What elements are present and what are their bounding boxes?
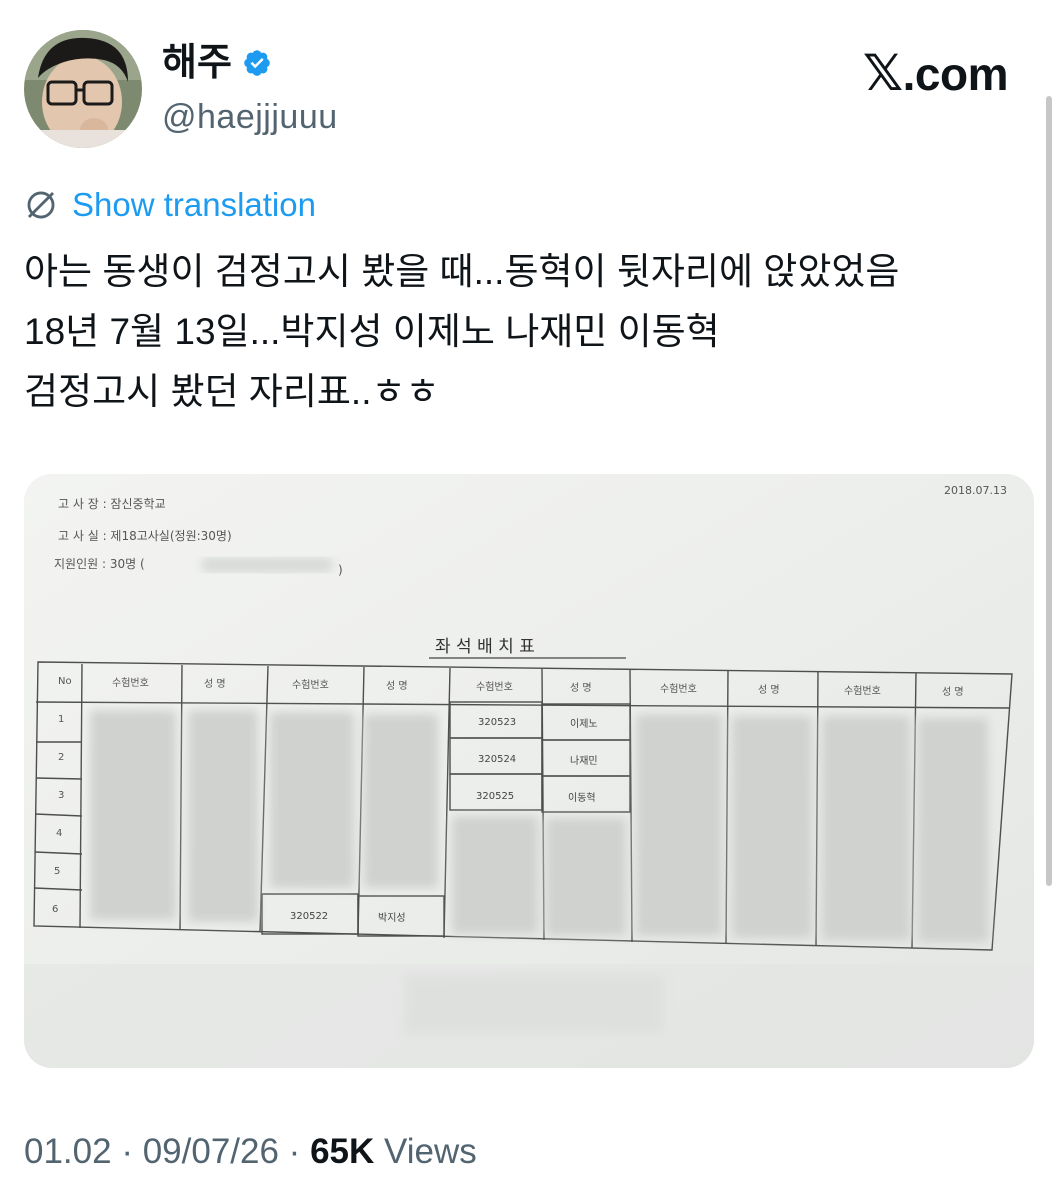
- student-name: 나재민: [570, 755, 598, 767]
- student-name: 박지성: [378, 912, 406, 924]
- display-name[interactable]: 해주: [162, 44, 232, 82]
- avatar[interactable]: [24, 30, 142, 148]
- verified-badge-icon: [244, 50, 270, 76]
- translate-icon: [27, 191, 55, 219]
- tweet-meta: 01.02 · 09/07/26 · 65K Views: [24, 1132, 477, 1172]
- exam-number: 320525: [476, 791, 514, 802]
- show-translation-button[interactable]: Show translation: [24, 186, 316, 224]
- tweet-text-line: 검정고시 봤던 자리표..ㅎㅎ: [24, 371, 440, 412]
- student-name: 이제노: [570, 718, 598, 730]
- tweet-text-line: 아는 동생이 검정고시 봤을 때...동혁이 뒷자리에 앉았었음: [24, 251, 900, 292]
- header-exam-no: 수험번호: [476, 681, 513, 693]
- applicants-close: ): [338, 563, 343, 577]
- exam-number: 320523: [478, 717, 516, 728]
- row-number: 5: [54, 866, 60, 877]
- site-logo-suffix: .com: [902, 48, 1009, 100]
- author-name-row[interactable]: 해주: [162, 44, 272, 82]
- exam-number: 320524: [478, 754, 516, 765]
- header-exam-no: 수험번호: [660, 683, 697, 695]
- header-exam-no: 수험번호: [844, 685, 881, 697]
- header-name: 성 명: [204, 678, 226, 690]
- meta-separator: ·: [111, 1132, 143, 1171]
- header-name: 성 명: [570, 682, 592, 694]
- site-logo: 𝕏.com: [862, 44, 1009, 102]
- tweet-date[interactable]: 09/07/26: [143, 1132, 279, 1171]
- header-exam-no: 수험번호: [292, 679, 329, 691]
- header-no: No: [58, 676, 72, 687]
- scrollbar[interactable]: [1046, 96, 1052, 886]
- exam-venue: 고 사 장 : 잠신중학교: [58, 497, 166, 511]
- header-exam-no: 수험번호: [112, 677, 149, 689]
- show-translation-label: Show translation: [72, 186, 316, 223]
- document-date: 2018.07.13: [944, 484, 1007, 497]
- tweet-text: 아는 동생이 검정고시 봤을 때...동혁이 뒷자리에 앉았었음 18년 7월 …: [24, 242, 1034, 422]
- meta-separator: ·: [278, 1132, 311, 1171]
- header-name: 성 명: [758, 684, 780, 696]
- row-number: 1: [58, 714, 64, 725]
- author-handle[interactable]: @haejjjuuu: [162, 98, 338, 137]
- exam-room: 고 사 실 : 제18고사실(정원:30명): [58, 529, 232, 543]
- x-logo-icon: 𝕏: [862, 45, 903, 101]
- applicants-count: 지원인원 : 30명 (: [54, 557, 145, 571]
- exam-number: 320522: [290, 911, 328, 922]
- student-name: 이동혁: [568, 792, 596, 804]
- views-count[interactable]: 65K: [310, 1132, 374, 1171]
- header-name: 성 명: [386, 680, 408, 692]
- avatar-photo: [24, 30, 142, 148]
- tweet-time[interactable]: 01.02: [24, 1132, 112, 1171]
- row-number: 3: [58, 790, 64, 801]
- seating-chart-photo: 2018.07.13 고 사 장 : 잠신중학교 고 사 실 : 제18고사실(…: [24, 474, 1034, 1068]
- chart-title: 좌 석 배 치 표: [435, 637, 535, 657]
- row-number: 2: [58, 752, 64, 763]
- tweet-media-image[interactable]: 2018.07.13 고 사 장 : 잠신중학교 고 사 실 : 제18고사실(…: [24, 474, 1034, 1068]
- row-number: 6: [52, 904, 58, 915]
- row-number: 4: [56, 828, 62, 839]
- header-name: 성 명: [942, 686, 964, 698]
- views-label: Views: [374, 1132, 477, 1171]
- tweet-text-line: 18년 7월 13일...박지성 이제노 나재민 이동혁: [24, 311, 720, 352]
